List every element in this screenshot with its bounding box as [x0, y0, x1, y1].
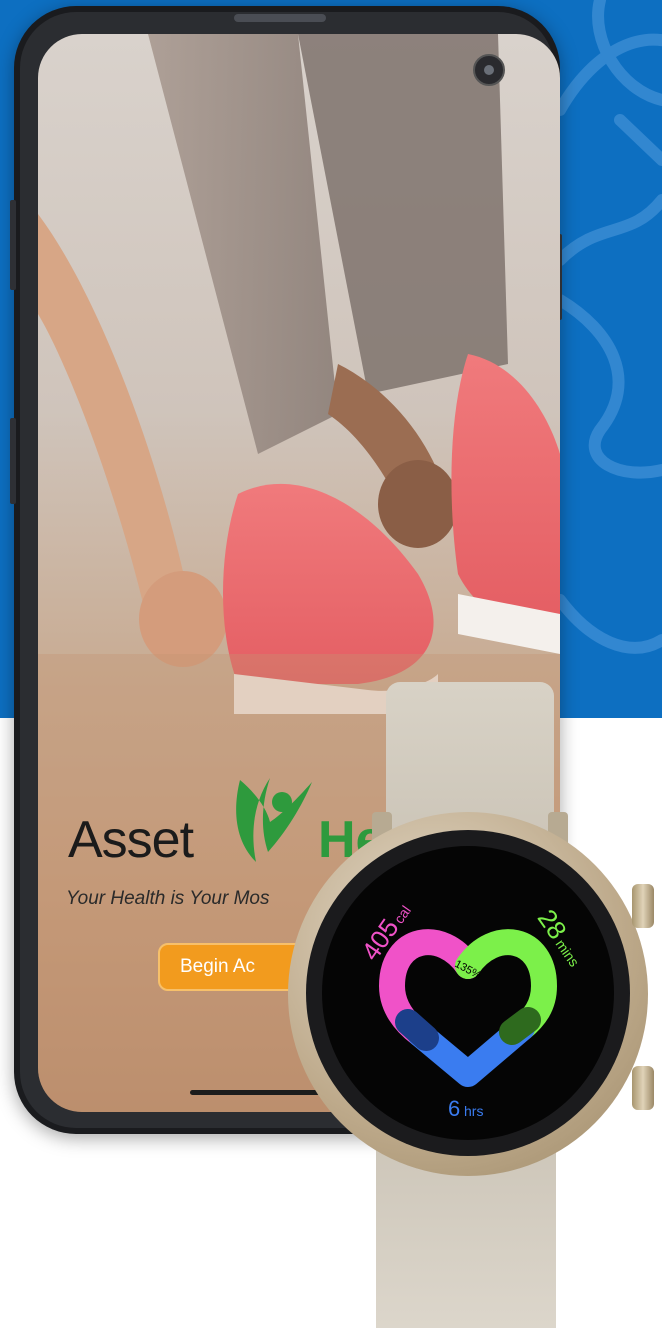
app-tagline: Your Health is Your Mos — [66, 888, 270, 909]
logo-wordmark: Asset — [68, 811, 194, 869]
volume-down-button — [10, 418, 16, 504]
volume-up-button — [10, 200, 16, 290]
watch-crown-bottom[interactable] — [632, 1066, 654, 1110]
watch-crown-top[interactable] — [632, 884, 654, 928]
calories-unit: cal — [391, 903, 414, 927]
minutes-unit: mins — [552, 936, 582, 969]
hours-value: 6 — [448, 1096, 460, 1121]
watch-strap-top — [386, 682, 554, 832]
activity-heart: 135% 405 cal 28 mins 6 hrs — [355, 903, 582, 1121]
watch-face: 135% 405 cal 28 mins 6 hrs — [322, 846, 614, 1140]
earpiece-speaker — [234, 14, 326, 22]
hours-unit: hrs — [464, 1103, 483, 1119]
leaf-person-icon — [236, 778, 312, 862]
front-camera — [473, 54, 505, 86]
